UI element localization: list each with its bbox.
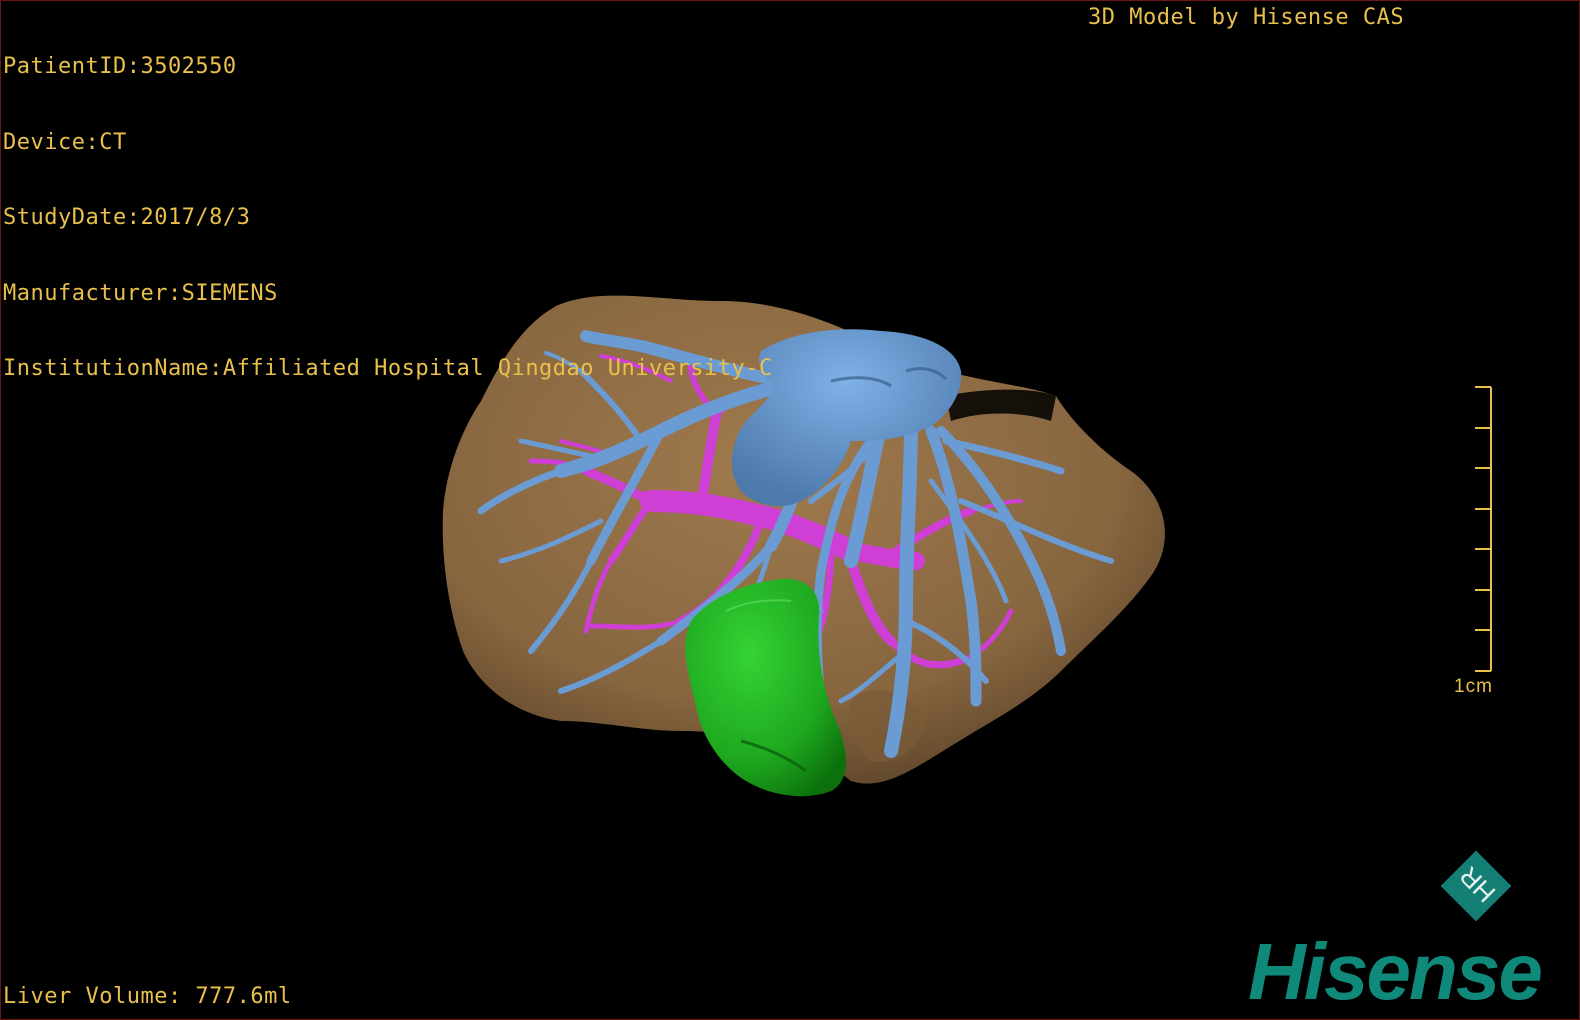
study-date: StudyDate:2017/8/3 xyxy=(3,205,251,230)
scale-bar xyxy=(1475,386,1492,672)
institution-name: InstitutionName:Affiliated Hospital Qing… xyxy=(3,356,773,381)
liver-volume: Liver Volume: 777.6ml xyxy=(3,984,292,1009)
scale-bar-label: 1cm xyxy=(1454,676,1493,697)
3d-viewport[interactable]: PatientID:3502550 Device:CT StudyDate:20… xyxy=(0,0,1580,1020)
manufacturer: Manufacturer:SIEMENS xyxy=(3,280,278,306)
hisense-badge-logo: HR xyxy=(1440,850,1512,922)
hisense-logo: Hisense xyxy=(1248,927,1543,1016)
patient-id: PatientID:3502550 xyxy=(3,54,237,79)
model-credit: 3D Model by Hisense CAS xyxy=(1088,5,1405,30)
dicom-info: PatientID:3502550 Device:CT StudyDate:20… xyxy=(3,4,773,432)
device: Device:CT xyxy=(3,129,127,155)
